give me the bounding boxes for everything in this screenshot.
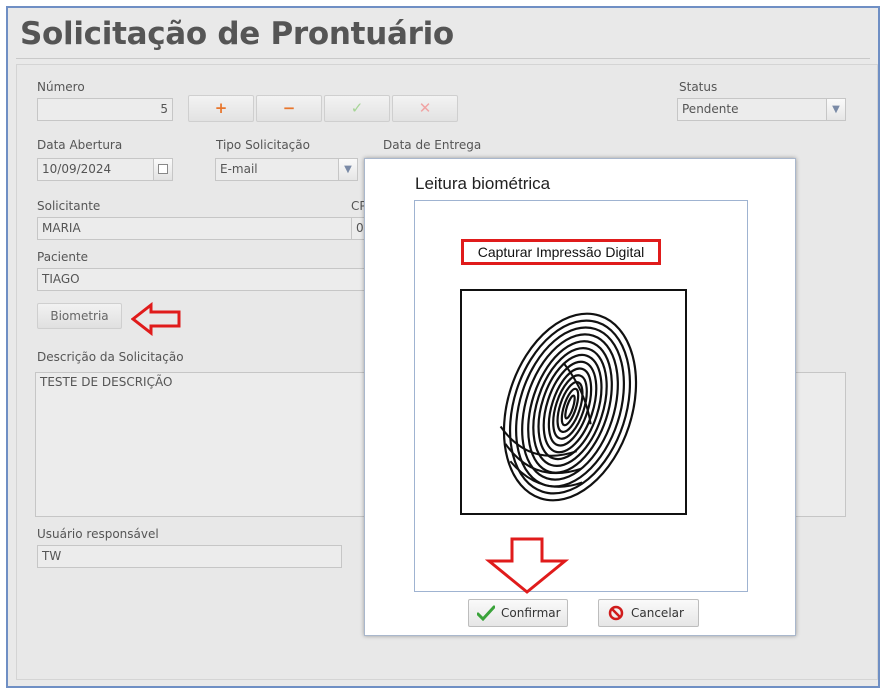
chevron-down-icon[interactable]: ▼ xyxy=(826,98,846,121)
biometric-modal: Leitura biométrica Capturar Impressão Di… xyxy=(364,158,796,636)
usuario-field[interactable]: TW xyxy=(37,545,342,568)
solicitante-label: Solicitante xyxy=(37,199,101,213)
paciente-label: Paciente xyxy=(37,250,89,264)
add-button[interactable]: + xyxy=(188,95,254,122)
modal-content-panel: Capturar Impressão Digital xyxy=(414,200,748,592)
cancelar-button[interactable]: Cancelar xyxy=(598,599,699,627)
prohibited-icon xyxy=(608,605,624,621)
biometria-button[interactable]: Biometria xyxy=(37,303,122,329)
status-select[interactable]: Pendente xyxy=(677,98,827,121)
numero-field[interactable]: 5 xyxy=(37,98,173,121)
data-abertura-field[interactable]: 10/09/2024 xyxy=(37,158,154,181)
cancelar-label: Cancelar xyxy=(631,606,684,620)
arrow-left-icon xyxy=(131,302,181,336)
fingerprint-frame xyxy=(460,289,687,515)
remove-button[interactable]: − xyxy=(256,95,322,122)
modal-title: Leitura biométrica xyxy=(415,174,551,193)
solicitante-field[interactable]: MARIA xyxy=(37,217,367,240)
data-entrega-label: Data de Entrega xyxy=(383,138,482,152)
paciente-field[interactable]: TIAGO xyxy=(37,268,367,291)
usuario-label: Usuário responsável xyxy=(37,527,159,541)
title-divider xyxy=(16,58,870,59)
cancel-toolbar-button[interactable]: ✕ xyxy=(392,95,458,122)
check-icon xyxy=(477,605,495,621)
page-title: Solicitação de Prontuário xyxy=(20,16,454,52)
tipo-solicitacao-label: Tipo Solicitação xyxy=(216,138,310,152)
confirm-toolbar-button[interactable]: ✓ xyxy=(324,95,390,122)
fingerprint-icon xyxy=(499,312,638,502)
capture-fingerprint-button[interactable]: Capturar Impressão Digital xyxy=(461,239,661,265)
arrow-down-icon xyxy=(485,537,569,594)
calendar-icon[interactable] xyxy=(153,158,173,181)
confirmar-button[interactable]: Confirmar xyxy=(468,599,568,627)
chevron-down-icon[interactable]: ▼ xyxy=(338,158,358,181)
confirmar-label: Confirmar xyxy=(501,606,561,620)
status-label: Status xyxy=(679,80,718,94)
descricao-label: Descrição da Solicitação xyxy=(37,350,184,364)
tipo-solicitacao-select[interactable]: E-mail xyxy=(215,158,339,181)
data-abertura-label: Data Abertura xyxy=(37,138,123,152)
numero-label: Número xyxy=(37,80,85,94)
